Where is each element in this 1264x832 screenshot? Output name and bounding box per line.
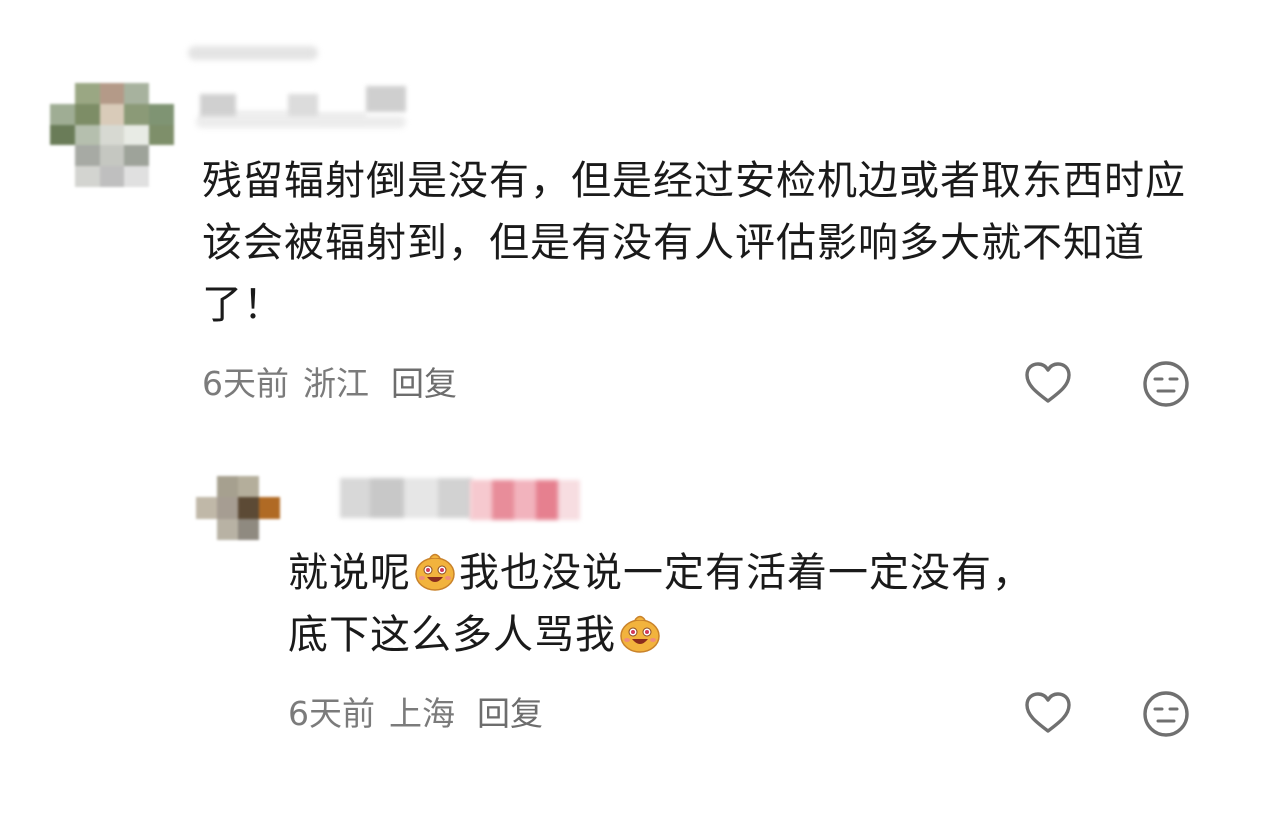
heart-outline-icon xyxy=(1025,362,1071,403)
username-blur xyxy=(196,116,406,128)
like-button[interactable] xyxy=(1022,357,1074,409)
comment-meta: 6天前 浙江 回复 xyxy=(202,364,471,404)
comment-text-part: 底下这么多人骂我 xyxy=(288,612,616,658)
grinning-bun-emoji-icon xyxy=(620,615,660,653)
comment-text: 残留辐射倒是没有，但是经过安检机边或者取东西时应该会被辐射到，但是有没有人评估影… xyxy=(202,158,1186,328)
comment-location: 浙江 xyxy=(303,364,369,403)
neutral-face-icon xyxy=(1143,361,1189,407)
like-button[interactable] xyxy=(1022,687,1074,739)
heart-outline-icon xyxy=(1025,692,1071,733)
comment-time: 6天前 xyxy=(202,364,289,403)
user-badge xyxy=(470,480,580,520)
username-blur xyxy=(188,46,318,60)
avatar[interactable] xyxy=(50,83,174,187)
comment-text: 就说呢 我也没说一定有活着一定没有， 底下这么多人骂我 xyxy=(288,542,1188,666)
avatar[interactable] xyxy=(196,476,280,540)
grinning-bun-emoji-icon xyxy=(415,553,455,591)
comment-text-part: 我也没说一定有活着一定没有， xyxy=(459,550,1033,596)
comment-location: 上海 xyxy=(389,694,455,733)
dislike-button[interactable] xyxy=(1140,358,1192,410)
comment-meta: 6天前 上海 回复 xyxy=(288,694,557,734)
neutral-face-icon xyxy=(1143,691,1189,737)
dislike-button[interactable] xyxy=(1140,688,1192,740)
reply-button[interactable]: 回复 xyxy=(391,364,457,403)
comment-time: 6天前 xyxy=(288,694,375,733)
reply-button[interactable]: 回复 xyxy=(477,694,543,733)
username[interactable] xyxy=(340,478,472,518)
comment-text-part: 就说呢 xyxy=(288,550,411,596)
